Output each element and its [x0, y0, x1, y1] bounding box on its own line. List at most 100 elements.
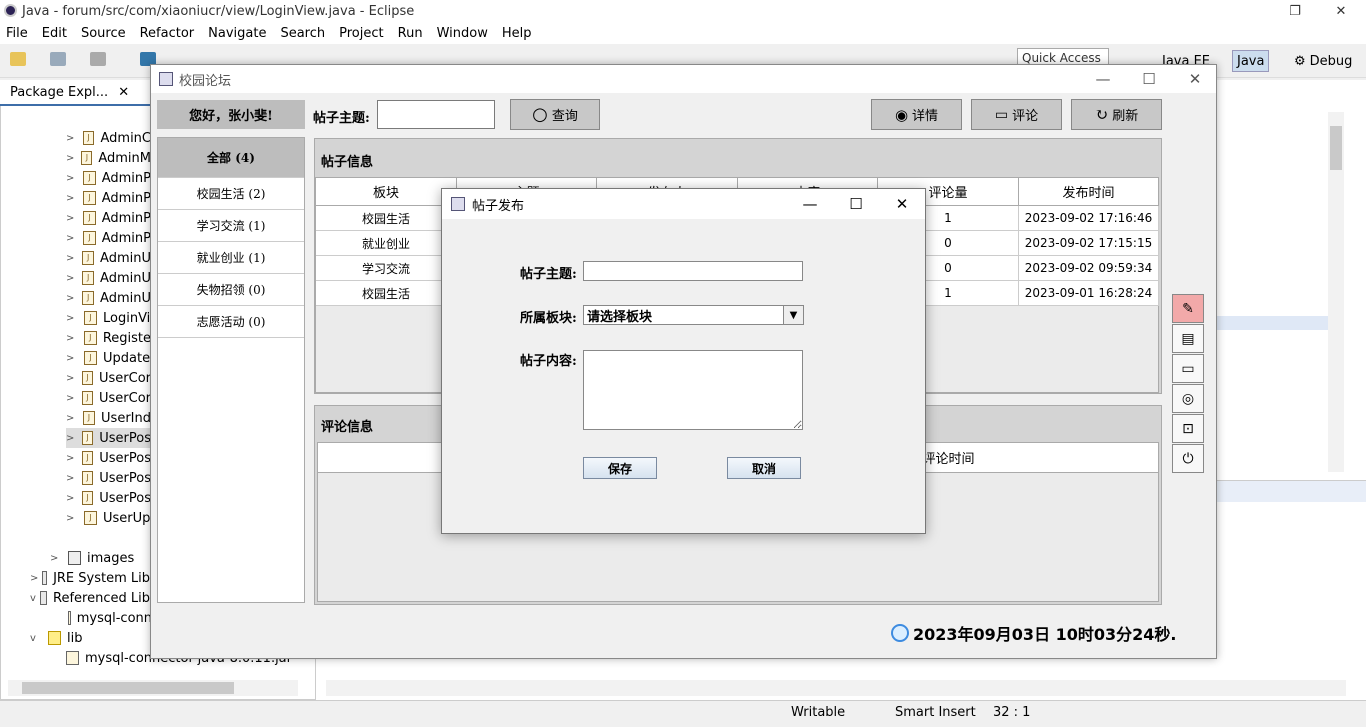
tree-item-jre[interactable]: > JRE System Lib — [30, 568, 150, 588]
menu-run[interactable]: Run — [398, 26, 423, 41]
minimize-icon[interactable]: — — [1080, 65, 1126, 93]
chevron-right-icon[interactable]: > — [66, 313, 80, 324]
menu-search[interactable]: Search — [280, 26, 325, 41]
tree-item[interactable]: > J UserUp — [66, 508, 151, 528]
tree-item[interactable]: > J UserPos — [66, 428, 151, 448]
chevron-right-icon[interactable]: > — [66, 273, 78, 284]
menu-edit[interactable]: Edit — [42, 26, 67, 41]
close-icon[interactable]: ✕ — [1172, 65, 1218, 93]
tree-item[interactable]: > J AdminU — [66, 288, 151, 308]
dialog-minimize-icon[interactable]: — — [787, 189, 833, 219]
tree-item[interactable]: > J UserCor — [66, 368, 151, 388]
eclipse-close-icon[interactable]: ✕ — [1318, 0, 1364, 22]
category-campus-life[interactable]: 校园生活 (2) — [158, 178, 304, 210]
chevron-right-icon[interactable]: > — [66, 393, 78, 404]
detail-button[interactable]: ◉ 详情 — [871, 99, 962, 130]
tree-item[interactable]: > J AdminP — [66, 208, 151, 228]
refresh-button[interactable]: ↻ 刷新 — [1071, 99, 1162, 130]
tree-item[interactable]: > J Update — [66, 348, 151, 368]
tree-item[interactable]: > J UserPos — [66, 468, 151, 488]
tree-item[interactable]: > J AdminP — [66, 168, 151, 188]
power-icon[interactable]: ⏻ — [1172, 444, 1204, 473]
menu-refactor[interactable]: Refactor — [140, 26, 195, 41]
tree-item[interactable]: > J Registe — [66, 328, 151, 348]
cancel-button[interactable]: 取消 — [727, 457, 801, 479]
tree-item[interactable]: > J LoginVi — [66, 308, 151, 328]
eclipse-restore-icon[interactable]: ❐ — [1272, 0, 1318, 22]
my-comments-icon[interactable]: ▭ — [1172, 354, 1204, 383]
chevron-right-icon[interactable]: > — [66, 353, 80, 364]
category-all[interactable]: 全部 (4) — [158, 138, 304, 178]
chevron-right-icon[interactable]: > — [66, 493, 78, 504]
tree-item-images[interactable]: > images — [50, 548, 150, 568]
chevron-right-icon[interactable]: > — [66, 413, 79, 424]
dialog-maximize-icon[interactable]: ☐ — [833, 189, 879, 219]
open-icon[interactable] — [50, 52, 66, 66]
content-textarea[interactable] — [583, 350, 803, 430]
tree-item[interactable]: > J AdminP — [66, 188, 151, 208]
tree-item[interactable]: > J AdminC — [66, 128, 151, 148]
category-study[interactable]: 学习交流 (1) — [158, 210, 304, 242]
chevron-right-icon[interactable]: > — [66, 513, 80, 524]
lock-icon[interactable]: ⊡ — [1172, 414, 1204, 443]
outline-scrollbar-thumb[interactable] — [1330, 126, 1342, 170]
close-tab-icon[interactable]: ✕ — [118, 85, 129, 100]
chevron-right-icon[interactable]: > — [50, 553, 64, 564]
tree-item[interactable]: > J AdminM — [66, 148, 151, 168]
chevron-right-icon[interactable]: > — [66, 453, 78, 464]
chevron-right-icon[interactable]: > — [66, 153, 77, 164]
menu-window[interactable]: Window — [437, 26, 488, 41]
chevron-right-icon[interactable]: > — [66, 293, 78, 304]
chevron-down-icon[interactable]: ▼ — [783, 306, 803, 324]
tree-item[interactable]: > J UserCor — [66, 388, 151, 408]
comment-button[interactable]: ▭ 评论 — [971, 99, 1062, 130]
chevron-right-icon[interactable]: > — [66, 233, 79, 244]
search-input[interactable] — [377, 100, 495, 129]
menu-file[interactable]: File — [6, 26, 28, 41]
new-icon[interactable] — [10, 52, 26, 66]
menu-project[interactable]: Project — [339, 26, 383, 41]
category-volunteer[interactable]: 志愿活动 (0) — [158, 306, 304, 338]
tree-item-lib[interactable]: v lib — [30, 628, 150, 648]
my-posts-icon[interactable]: ▤ — [1172, 324, 1204, 353]
user-profile-icon[interactable]: ◎ — [1172, 384, 1204, 413]
chevron-right-icon[interactable]: > — [66, 373, 78, 384]
save-button[interactable]: 保存 — [583, 457, 657, 479]
chevron-right-icon[interactable]: > — [66, 133, 79, 144]
tree-item[interactable]: > J AdminP — [66, 228, 151, 248]
category-career[interactable]: 就业创业 (1) — [158, 242, 304, 274]
perspective-java[interactable]: Java — [1232, 50, 1270, 72]
tree-item-referenced[interactable]: v Referenced Lib — [30, 588, 150, 608]
tree-item[interactable]: > J UserPos — [66, 448, 151, 468]
package-explorer-tab[interactable]: Package Expl... ✕ — [0, 80, 150, 106]
chevron-right-icon[interactable]: > — [66, 173, 79, 184]
perspective-debug[interactable]: ⚙ Debug — [1290, 50, 1356, 72]
tree-item[interactable]: > J AdminU — [66, 248, 151, 268]
column-header-time[interactable]: 发布时间 — [1019, 178, 1159, 206]
chevron-right-icon[interactable]: > — [66, 333, 80, 344]
chevron-down-icon[interactable]: v — [30, 633, 44, 644]
explorer-h-scrollbar-thumb[interactable] — [22, 682, 234, 694]
chevron-right-icon[interactable]: > — [30, 573, 38, 584]
tree-item[interactable]: > J UserInd — [66, 408, 151, 428]
board-select[interactable]: 请选择板块 ▼ — [583, 305, 804, 325]
menu-source[interactable]: Source — [81, 26, 126, 41]
chevron-right-icon[interactable]: > — [66, 473, 78, 484]
chevron-right-icon[interactable]: > — [66, 253, 78, 264]
column-header-board[interactable]: 板块 — [316, 178, 457, 206]
save-icon[interactable] — [90, 52, 106, 66]
tree-item-jar[interactable]: mysql-conn — [68, 608, 152, 628]
menu-help[interactable]: Help — [502, 26, 532, 41]
tree-item[interactable]: > J AdminU — [66, 268, 151, 288]
query-button[interactable]: ○ 查询 — [510, 99, 600, 130]
publish-post-icon[interactable]: ✎ — [1172, 294, 1204, 323]
chevron-down-icon[interactable]: v — [30, 593, 36, 604]
editor-h-scrollbar[interactable] — [326, 680, 1346, 696]
chevron-right-icon[interactable]: > — [66, 433, 78, 444]
chevron-right-icon[interactable]: > — [66, 213, 79, 224]
tree-item[interactable]: > J UserPos — [66, 488, 151, 508]
subject-input[interactable] — [583, 261, 803, 281]
dialog-close-icon[interactable]: ✕ — [879, 189, 925, 219]
menu-navigate[interactable]: Navigate — [208, 26, 266, 41]
maximize-icon[interactable]: ☐ — [1126, 65, 1172, 93]
